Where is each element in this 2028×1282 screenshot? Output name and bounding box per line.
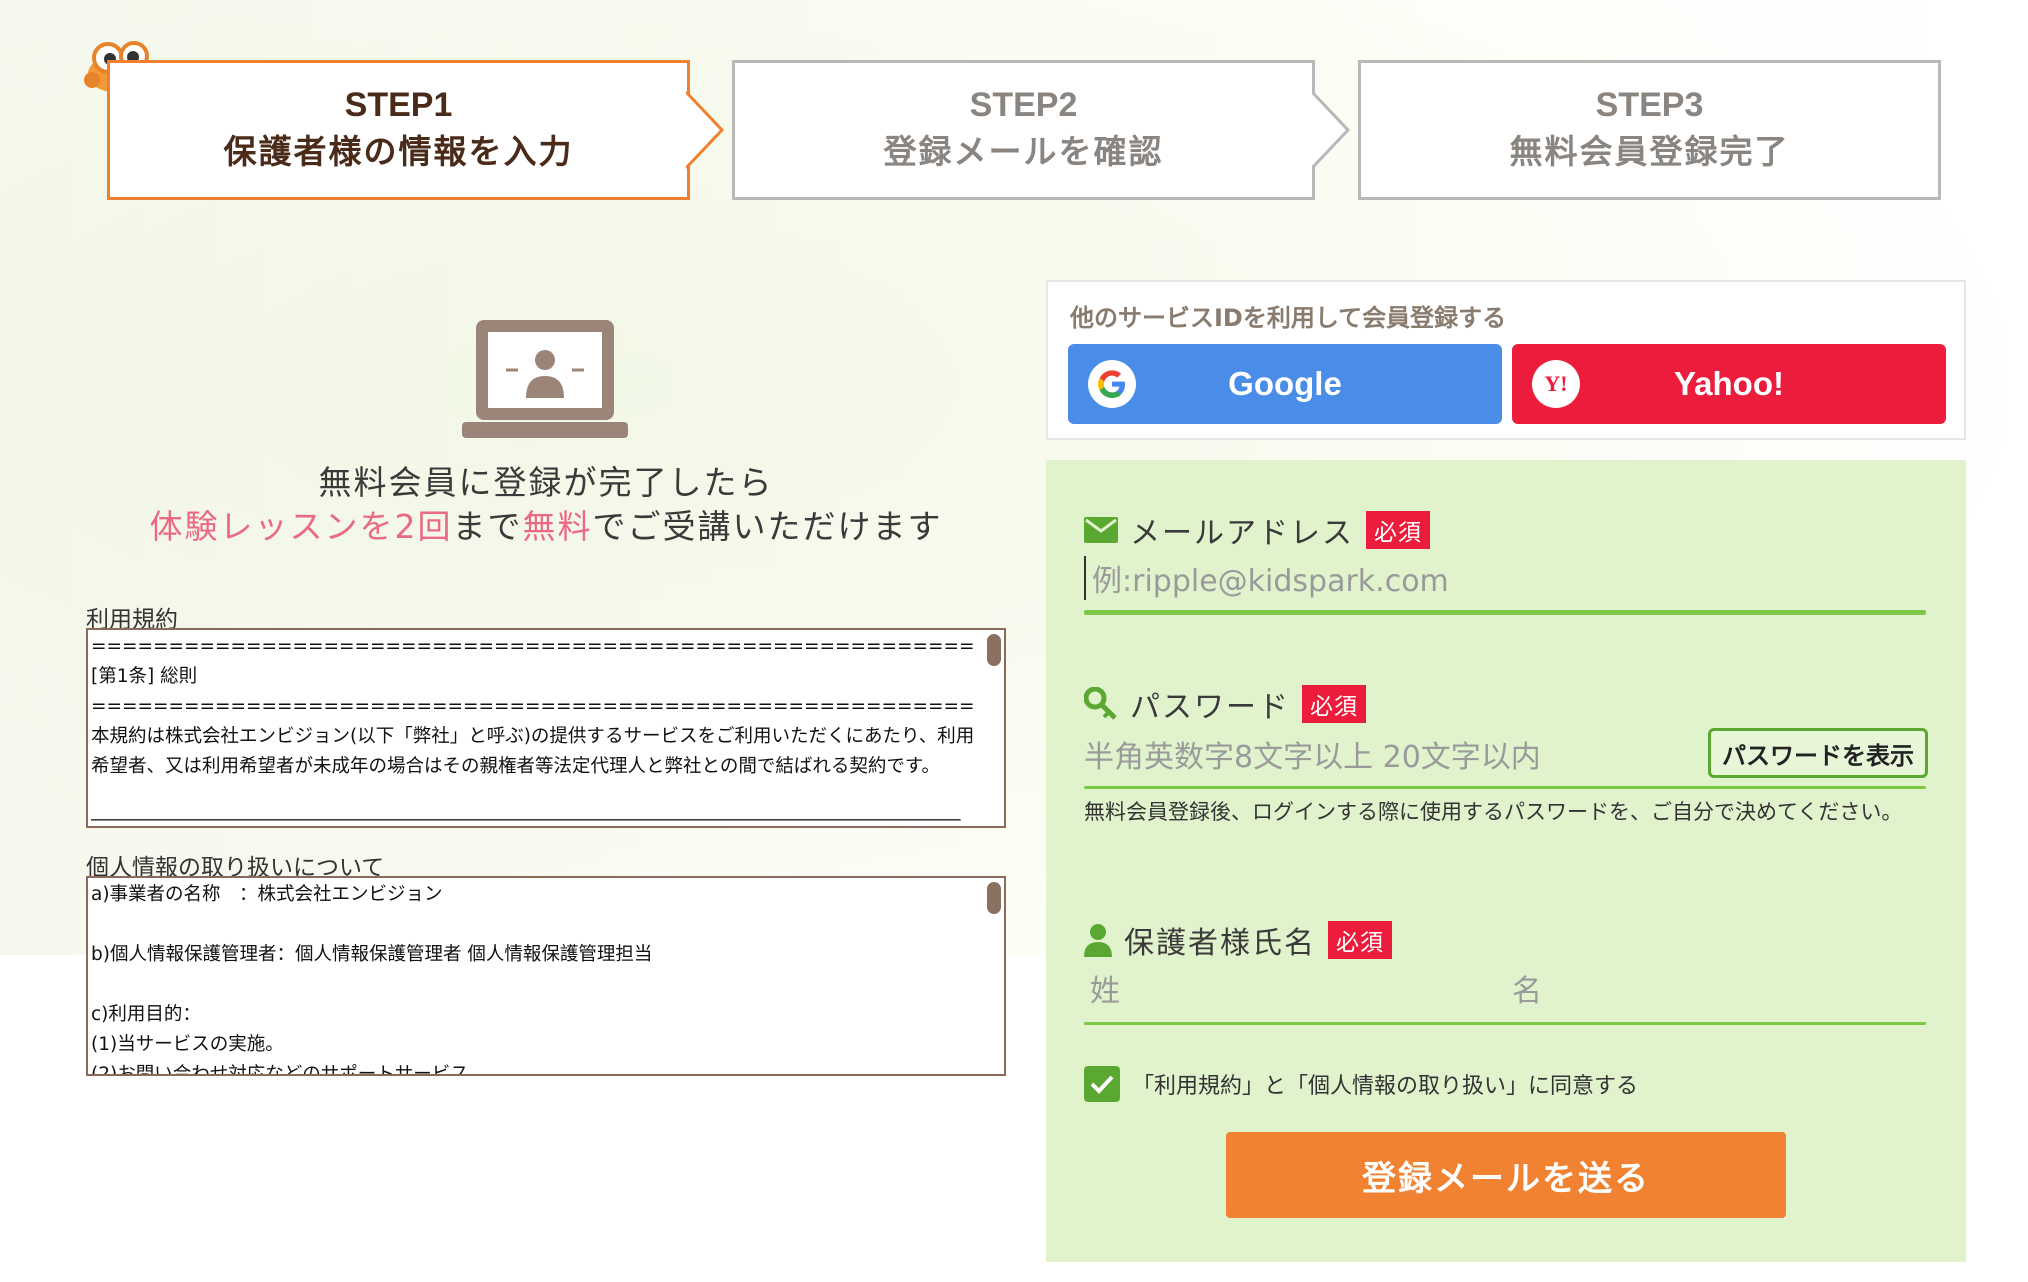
- yahoo-label: Yahoo!: [1673, 365, 1784, 402]
- intro-highlight: 無料: [522, 507, 593, 546]
- step-label: 登録メールを確認: [883, 132, 1164, 171]
- intro-text-2: 体験レッスンを2回まで無料でご受講いただけます: [0, 500, 1092, 548]
- intro-text-fragment: まで: [452, 507, 523, 546]
- mail-icon: [1084, 517, 1118, 543]
- terms-rule: ========================================…: [91, 696, 976, 717]
- password-input[interactable]: 半角英数字8文字以上 20文字以内: [1084, 732, 1684, 776]
- google-label: Google: [1228, 365, 1342, 402]
- laptop-user-icon: [462, 320, 628, 438]
- terms-rule: ________________________________________…: [91, 800, 961, 821]
- registration-form: メールアドレス 必須 例:ripple@kidspark.com パスワード 必…: [1046, 460, 1966, 1262]
- privacy-line: [91, 910, 976, 940]
- step-3: STEP3 無料会員登録完了: [1358, 60, 1941, 200]
- agree-checkbox[interactable]: [1084, 1066, 1120, 1102]
- agree-row[interactable]: 「利用規約」と「個人情報の取り扱い」に同意する: [1084, 1066, 1638, 1102]
- email-label-row: メールアドレス 必須: [1084, 508, 1430, 552]
- terms-scrollbar[interactable]: [987, 634, 1001, 666]
- privacy-line: (1)当サービスの実施。: [91, 1034, 284, 1055]
- step-label: 無料会員登録完了: [1509, 132, 1790, 171]
- name-label: 保護者様氏名: [1124, 926, 1316, 961]
- step-arrow-icon: [686, 90, 725, 170]
- step-1: STEP1 保護者様の情報を入力: [107, 60, 690, 200]
- email-input[interactable]: 例:ripple@kidspark.com: [1084, 556, 1926, 600]
- person-icon: [1084, 924, 1112, 957]
- yahoo-login-button[interactable]: Y! Yahoo!: [1512, 344, 1946, 424]
- password-label-row: パスワード 必須: [1084, 682, 1366, 726]
- privacy-line: b)個人情報保護管理者：個人情報保護管理者 個人情報保護管理担当: [91, 944, 653, 965]
- privacy-scrollbar[interactable]: [987, 882, 1001, 914]
- privacy-line: (2)お問い合わせ対応などのサポートサービス: [91, 1064, 469, 1076]
- email-underline: [1084, 610, 1926, 615]
- agree-label: 「利用規約」と「個人情報の取り扱い」に同意する: [1132, 1074, 1639, 1099]
- required-badge: 必須: [1366, 511, 1430, 549]
- intro-text-fragment: でご受講いただけます: [592, 507, 943, 546]
- required-badge: 必須: [1328, 921, 1392, 959]
- terms-article-heading: [第1条] 総則: [91, 666, 198, 687]
- required-badge: 必須: [1302, 685, 1366, 723]
- privacy-line: a)事業者の名称 ：株式会社エンビジョン: [91, 884, 443, 905]
- first-name-input[interactable]: 名: [1512, 966, 1892, 1010]
- step-2: STEP2 登録メールを確認: [732, 60, 1315, 200]
- last-name-input[interactable]: 姓: [1090, 966, 1470, 1010]
- privacy-textarea[interactable]: a)事業者の名称 ：株式会社エンビジョン b)個人情報保護管理者：個人情報保護管…: [86, 876, 1006, 1076]
- step-label: 保護者様の情報を入力: [223, 132, 574, 171]
- intro-text: 無料会員に登録が完了したら: [318, 463, 774, 502]
- step-number: STEP2: [969, 86, 1078, 124]
- step-number: STEP3: [1595, 86, 1704, 124]
- check-icon: [1090, 1075, 1114, 1094]
- step-arrow-icon: [1312, 90, 1351, 170]
- email-label: メールアドレス: [1130, 516, 1354, 551]
- key-icon: [1084, 687, 1117, 720]
- intro-highlight: 体験レッスンを2回: [149, 507, 453, 546]
- name-underline: [1084, 1022, 1926, 1025]
- google-icon: [1088, 360, 1136, 408]
- privacy-line: c)利用目的：: [91, 1004, 201, 1025]
- step-number: STEP1: [344, 86, 453, 124]
- terms-rule: ========================================…: [91, 636, 976, 657]
- send-registration-email-button[interactable]: 登録メールを送る: [1226, 1132, 1786, 1218]
- password-hint: 無料会員登録後、ログインする際に使用するパスワードを、ご自分で決めてください。: [1084, 800, 1903, 824]
- terms-body: 本規約は株式会社エンビジョン(以下「弊社」と呼ぶ)の提供するサービスをご利用いた…: [91, 726, 975, 777]
- sso-title: 他のサービスIDを利用して会員登録する: [1070, 304, 1507, 332]
- show-password-button[interactable]: パスワードを表示: [1708, 728, 1928, 778]
- password-label: パスワード: [1130, 690, 1290, 725]
- name-label-row: 保護者様氏名 必須: [1084, 918, 1392, 962]
- yahoo-icon-text: Y!: [1544, 371, 1568, 396]
- yahoo-icon: Y!: [1532, 360, 1580, 408]
- privacy-line: [91, 970, 976, 1000]
- password-underline: [1084, 786, 1926, 789]
- terms-textarea[interactable]: ========================================…: [86, 628, 1006, 828]
- sso-panel: 他のサービスIDを利用して会員登録する Google Y! Yahoo!: [1046, 280, 1966, 440]
- google-login-button[interactable]: Google: [1068, 344, 1502, 424]
